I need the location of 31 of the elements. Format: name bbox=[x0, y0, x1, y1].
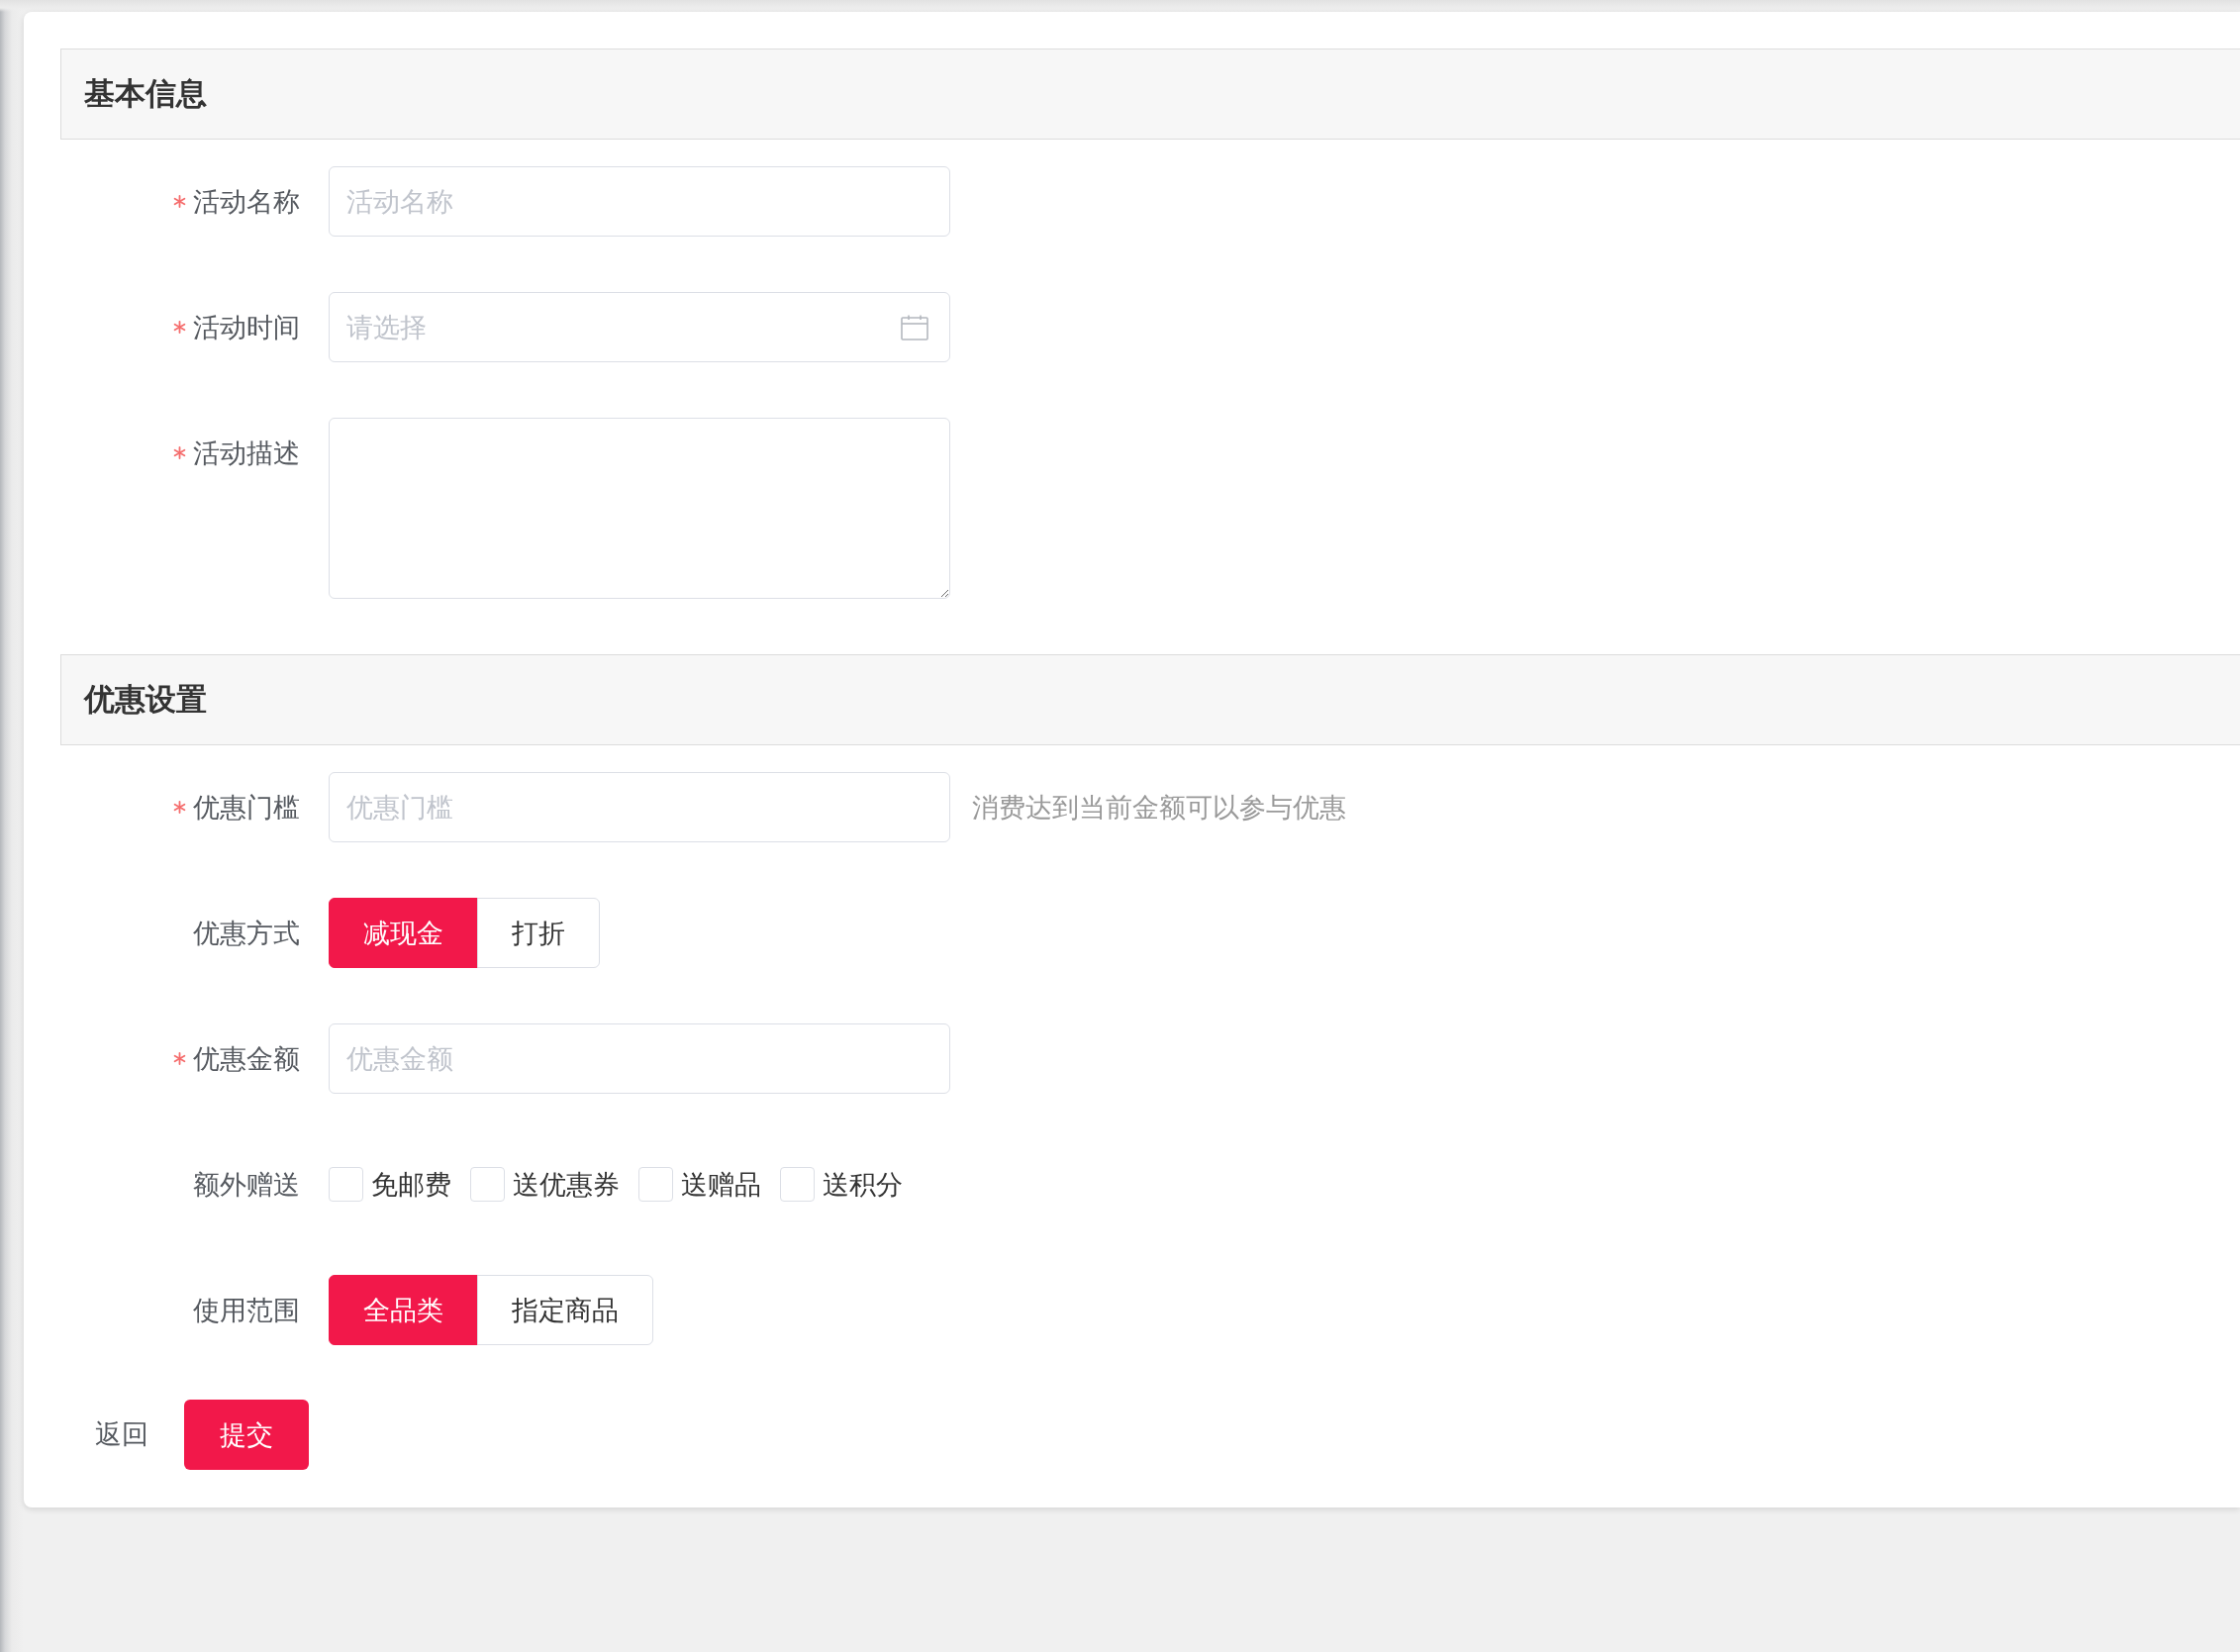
hint-text: 消费达到当前金额可以参与优惠 bbox=[972, 790, 1346, 825]
field-label: 优惠方式 bbox=[193, 916, 300, 950]
textarea-field[interactable] bbox=[329, 418, 950, 599]
field-label: 活动名称 bbox=[193, 184, 300, 219]
text-input-field[interactable]: 优惠金额 bbox=[329, 1023, 950, 1094]
checkbox[interactable] bbox=[638, 1167, 673, 1202]
submit-button[interactable]: 提交 bbox=[184, 1400, 309, 1470]
back-button[interactable]: 返回 bbox=[95, 1418, 148, 1451]
section-title: 基本信息 bbox=[84, 74, 207, 113]
segment-button[interactable]: 全品类 bbox=[329, 1275, 478, 1345]
text-input-field[interactable]: 活动名称 bbox=[329, 166, 950, 237]
text-input-field[interactable]: 优惠门槛 bbox=[329, 772, 950, 842]
checkbox[interactable] bbox=[329, 1167, 363, 1202]
segment-button[interactable]: 指定商品 bbox=[476, 1275, 653, 1345]
field-label: 活动描述 bbox=[193, 436, 300, 470]
segment-button[interactable]: 减现金 bbox=[329, 898, 478, 968]
checkbox-label[interactable]: 送优惠券 bbox=[513, 1166, 620, 1203]
checkbox[interactable] bbox=[470, 1167, 505, 1202]
segment-button[interactable]: 打折 bbox=[476, 898, 600, 968]
field-label: 使用范围 bbox=[193, 1293, 300, 1327]
section-title: 优惠设置 bbox=[84, 680, 207, 719]
checkbox-label[interactable]: 免邮费 bbox=[371, 1166, 451, 1203]
field-label: 活动时间 bbox=[193, 310, 300, 344]
checkbox[interactable] bbox=[780, 1167, 815, 1202]
calendar-icon[interactable] bbox=[901, 315, 928, 340]
checkbox-label[interactable]: 送赠品 bbox=[681, 1166, 761, 1203]
field-label: 额外赠送 bbox=[193, 1167, 300, 1202]
date-field[interactable]: 请选择 bbox=[329, 292, 950, 362]
checkbox-label[interactable]: 送积分 bbox=[823, 1166, 903, 1203]
field-label: 优惠金额 bbox=[193, 1041, 300, 1076]
field-label: 优惠门槛 bbox=[193, 790, 300, 825]
